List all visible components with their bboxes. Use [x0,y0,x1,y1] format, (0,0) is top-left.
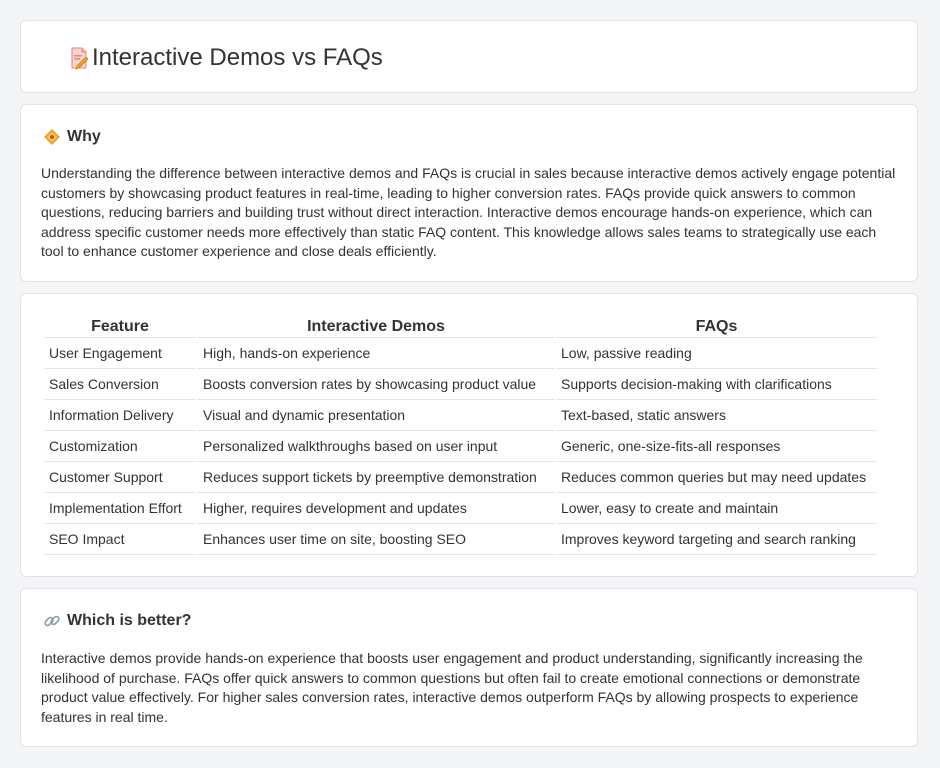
link-icon [43,612,61,630]
table-row: Information Delivery Visual and dynamic … [44,400,877,431]
table-header-row: Feature Interactive Demos FAQs [44,316,877,338]
row-interactive-demos: High, hands-on experience [198,338,554,369]
header-interactive-demos: Interactive Demos [198,316,554,338]
row-interactive-demos: Enhances user time on site, boosting SEO [198,524,554,555]
header-card: Interactive Demos vs FAQs [20,20,918,93]
row-feature: User Engagement [44,338,196,369]
diamond-sign-icon [43,128,61,146]
row-feature: SEO Impact [44,524,196,555]
which-is-better-card: Which is better? Interactive demos provi… [20,588,918,747]
why-text: Understanding the difference between int… [41,165,896,259]
better-text: Interactive demos provide hands-on exper… [41,650,863,725]
header-faqs: FAQs [556,316,877,338]
row-interactive-demos: Personalized walkthroughs based on user … [198,431,554,462]
table-row: Sales Conversion Boosts conversion rates… [44,369,877,400]
table-row: SEO Impact Enhances user time on site, b… [44,524,877,555]
table-row: User Engagement High, hands-on experienc… [44,338,877,369]
better-heading: Which is better? [43,611,191,631]
row-faqs: Reduces common queries but may need upda… [556,462,877,493]
row-feature: Customer Support [44,462,196,493]
why-card: Why Understanding the difference between… [20,104,918,282]
row-faqs: Lower, easy to create and maintain [556,493,877,524]
row-faqs: Text-based, static answers [556,400,877,431]
why-heading: Why [43,127,101,147]
row-feature: Information Delivery [44,400,196,431]
table-row: Customization Personalized walkthroughs … [44,431,877,462]
row-interactive-demos: Visual and dynamic presentation [198,400,554,431]
row-interactive-demos: Higher, requires development and updates [198,493,554,524]
row-interactive-demos: Reduces support tickets by preemptive de… [198,462,554,493]
row-faqs: Supports decision-making with clarificat… [556,369,877,400]
comparison-card: Feature Interactive Demos FAQs User Enga… [20,293,918,577]
row-faqs: Improves keyword targeting and search ra… [556,524,877,555]
table-row: Implementation Effort Higher, requires d… [44,493,877,524]
document-pencil-icon [67,46,91,70]
better-heading-label: Which is better? [67,612,192,629]
row-interactive-demos: Boosts conversion rates by showcasing pr… [198,369,554,400]
table-row: Customer Support Reduces support tickets… [44,462,877,493]
why-heading-label: Why [67,128,101,145]
header-feature: Feature [44,316,196,338]
comparison-table: Feature Interactive Demos FAQs User Enga… [42,316,879,555]
row-feature: Implementation Effort [44,493,196,524]
row-faqs: Low, passive reading [556,338,877,369]
row-feature: Customization [44,431,196,462]
page-title: Interactive Demos vs FAQs [92,44,383,71]
row-faqs: Generic, one-size-fits-all responses [556,431,877,462]
row-feature: Sales Conversion [44,369,196,400]
